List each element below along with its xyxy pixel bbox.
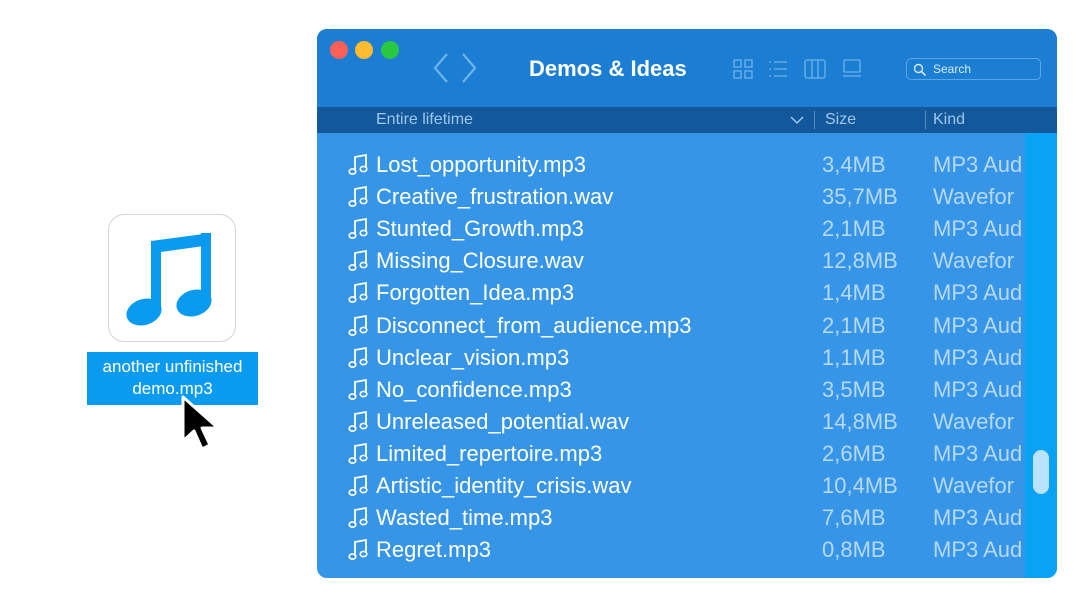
column-header-kind[interactable]: Kind xyxy=(933,111,965,129)
column-header-size[interactable]: Size xyxy=(825,111,856,129)
list-view-icon[interactable] xyxy=(768,59,788,79)
title-bar: Demos & Ideas Search xyxy=(317,29,1057,107)
desktop-file-icon[interactable] xyxy=(108,214,236,342)
music-note-icon xyxy=(348,154,368,175)
file-row[interactable]: Stunted_Growth.mp3 2,1MB MP3 Aud xyxy=(317,213,1025,245)
chevron-down-icon[interactable] xyxy=(790,116,804,125)
scrollbar-thumb[interactable] xyxy=(1033,450,1049,494)
music-note-icon xyxy=(348,315,368,336)
file-name: Unclear_vision.mp3 xyxy=(376,345,570,370)
file-name: Regret.mp3 xyxy=(376,537,491,562)
file-row[interactable]: Regret.mp3 0,8MB MP3 Aud xyxy=(317,534,1025,566)
file-size: 3,5MB xyxy=(822,377,886,402)
file-kind: Wavefor xyxy=(933,248,1015,273)
search-placeholder: Search xyxy=(933,62,972,76)
music-note-icon xyxy=(126,233,212,326)
file-row[interactable]: Forgotten_Idea.mp3 1,4MB MP3 Aud xyxy=(317,277,1025,309)
mouse-pointer-icon xyxy=(181,395,220,451)
file-row[interactable]: Unreleased_potential.wav 14,8MB Wavefor xyxy=(317,406,1025,438)
column-divider[interactable] xyxy=(814,111,815,129)
music-note-icon xyxy=(348,218,368,239)
file-row[interactable]: Disconnect_from_audience.mp3 2,1MB MP3 Aud xyxy=(317,310,1025,342)
file-kind: MP3 Aud xyxy=(933,441,1023,466)
file-size: 3,4MB xyxy=(822,152,886,177)
file-size: 14,8MB xyxy=(822,409,898,434)
file-kind: MP3 Aud xyxy=(933,345,1023,370)
music-note-icon xyxy=(348,282,368,303)
file-size: 0,8MB xyxy=(822,537,886,562)
gallery-view-icon[interactable] xyxy=(841,59,863,79)
file-kind: MP3 Aud xyxy=(933,216,1023,241)
zoom-button[interactable] xyxy=(381,41,399,59)
file-name: Lost_opportunity.mp3 xyxy=(376,152,586,177)
file-kind: Wavefor xyxy=(933,409,1015,434)
file-row[interactable]: Missing_Closure.wav 12,8MB Wavefor xyxy=(317,245,1025,277)
music-note-icon xyxy=(348,475,368,496)
file-kind: Wavefor xyxy=(933,184,1015,209)
file-size: 2,1MB xyxy=(822,313,886,338)
music-note-icon xyxy=(348,443,368,464)
file-kind: MP3 Aud xyxy=(933,377,1023,402)
file-kind: MP3 Aud xyxy=(933,537,1023,562)
file-kind: MP3 Aud xyxy=(933,313,1023,338)
file-kind: Wavefor xyxy=(933,473,1015,498)
scrollbar-track[interactable] xyxy=(1025,133,1057,578)
file-row[interactable]: Unclear_vision.mp3 1,1MB MP3 Aud xyxy=(317,342,1025,374)
window-title: Demos & Ideas xyxy=(529,56,687,81)
desktop-file-label-line2: demo.mp3 xyxy=(132,379,213,398)
file-row[interactable]: Wasted_time.mp3 7,6MB MP3 Aud xyxy=(317,502,1025,534)
search-icon xyxy=(913,63,927,77)
file-name: Wasted_time.mp3 xyxy=(376,505,553,530)
file-size: 12,8MB xyxy=(822,248,898,273)
icon-view-icon[interactable] xyxy=(733,59,753,79)
music-note-icon xyxy=(348,347,368,368)
file-row[interactable]: Lost_opportunity.mp3 3,4MB MP3 Aud xyxy=(317,149,1025,181)
music-note-icon xyxy=(348,250,368,271)
file-size: 35,7MB xyxy=(822,184,898,209)
file-size: 2,1MB xyxy=(822,216,886,241)
file-name: Stunted_Growth.mp3 xyxy=(376,216,584,241)
music-note-icon xyxy=(348,379,368,400)
file-row[interactable]: No_confidence.mp3 3,5MB MP3 Aud xyxy=(317,374,1025,406)
file-size: 10,4MB xyxy=(822,473,898,498)
music-note-icon xyxy=(348,186,368,207)
file-name: Creative_frustration.wav xyxy=(376,184,614,209)
column-header: Entire lifetime Size Kind xyxy=(317,107,1057,133)
search-field[interactable]: Search xyxy=(906,58,1041,80)
music-note-icon xyxy=(348,539,368,560)
file-name: Missing_Closure.wav xyxy=(376,248,584,273)
file-kind: MP3 Aud xyxy=(933,505,1023,530)
music-note-icon xyxy=(348,411,368,432)
finder-window: Demos & Ideas Search Entire lifetime Siz… xyxy=(317,29,1057,578)
back-chevron-icon[interactable] xyxy=(432,51,450,85)
column-divider[interactable] xyxy=(925,111,926,129)
close-button[interactable] xyxy=(330,41,348,59)
file-row[interactable]: Creative_frustration.wav 35,7MB Wavefor xyxy=(317,181,1025,213)
forward-chevron-icon[interactable] xyxy=(460,51,478,85)
file-row[interactable]: Artistic_identity_crisis.wav 10,4MB Wavefo… xyxy=(317,470,1025,502)
file-row[interactable]: Limited_repertoire.mp3 2,6MB MP3 Aud xyxy=(317,438,1025,470)
file-name: No_confidence.mp3 xyxy=(376,377,572,402)
column-view-icon[interactable] xyxy=(804,59,826,79)
file-size: 7,6MB xyxy=(822,505,886,530)
desktop-file-label-line1: another unfinished xyxy=(102,357,243,376)
column-header-name[interactable]: Entire lifetime xyxy=(376,111,473,129)
file-name: Unreleased_potential.wav xyxy=(376,409,630,434)
file-size: 1,1MB xyxy=(822,345,886,370)
file-size: 1,4MB xyxy=(822,280,886,305)
file-kind: MP3 Aud xyxy=(933,152,1023,177)
desktop-file-label[interactable]: another unfinished demo.mp3 xyxy=(87,352,258,405)
file-name: Artistic_identity_crisis.wav xyxy=(376,473,632,498)
music-note-icon xyxy=(348,507,368,528)
file-size: 2,6MB xyxy=(822,441,886,466)
file-kind: MP3 Aud xyxy=(933,280,1023,305)
file-name: Forgotten_Idea.mp3 xyxy=(376,280,575,305)
minimize-button[interactable] xyxy=(355,41,373,59)
file-name: Limited_repertoire.mp3 xyxy=(376,441,603,466)
file-name: Disconnect_from_audience.mp3 xyxy=(376,313,692,338)
